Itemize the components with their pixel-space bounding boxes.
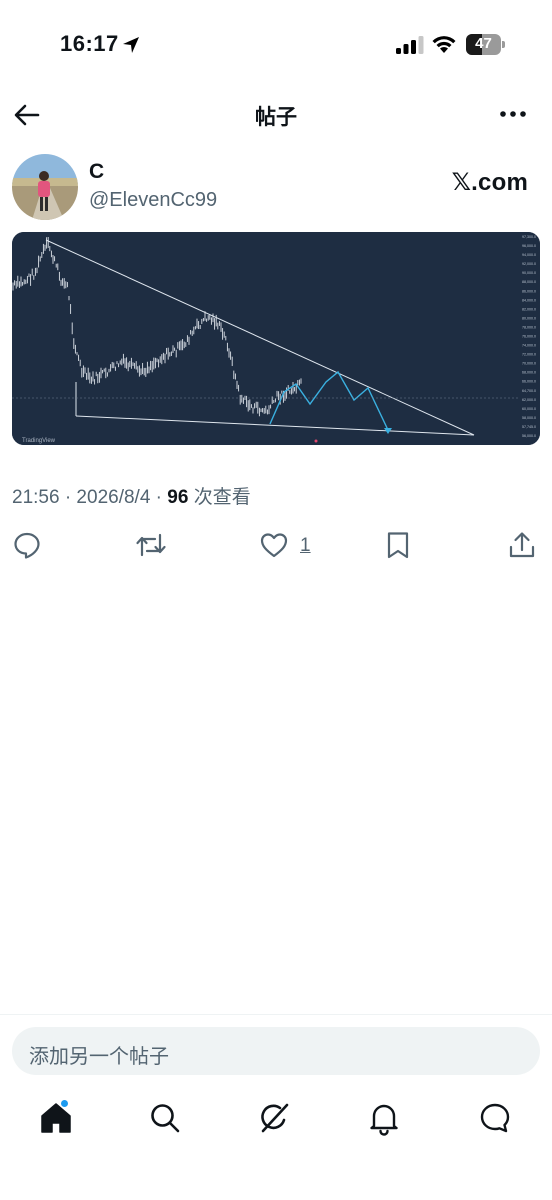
source-label: 𝕏.com — [451, 169, 528, 196]
chart-marker — [314, 439, 318, 443]
author-handle[interactable]: @ElevenCc99 — [89, 189, 217, 212]
message-icon — [480, 1103, 510, 1133]
status-bar: 16:17 47 — [0, 0, 552, 90]
bookmark-icon — [387, 532, 409, 559]
repost-button[interactable] — [135, 530, 167, 560]
home-notification-dot — [60, 1099, 69, 1108]
price-chart: 97,300.0 96,000.0 94,000.0 92,000.0 90,000.0… — [12, 232, 540, 445]
bell-icon — [370, 1104, 398, 1136]
y-tick-label: 56,000.0 — [522, 434, 536, 438]
y-tick-label: 64,700.0 — [522, 389, 536, 393]
reply-input[interactable]: 添加另一个帖子 — [12, 1027, 540, 1075]
chart-watermark: TradingView — [22, 438, 56, 444]
reply-button[interactable] — [12, 530, 42, 560]
y-tick-label: 97,300.0 — [522, 235, 536, 239]
avatar[interactable] — [12, 154, 78, 220]
grok-icon — [261, 1103, 289, 1133]
heart-icon — [260, 533, 288, 558]
battery-icon: 47 — [466, 34, 506, 55]
y-tick-label: 58,000.0 — [522, 416, 536, 420]
home-icon — [41, 1103, 71, 1133]
y-tick-label: 96,000.0 — [522, 244, 536, 248]
y-tick-label: 68,000.0 — [522, 371, 536, 375]
divider — [0, 1014, 552, 1015]
search-icon — [151, 1104, 180, 1133]
y-tick-label: 57,745.0 — [522, 425, 536, 429]
post-chart-image[interactable]: 97,300.0 96,000.0 94,000.0 92,000.0 90,000.0… — [12, 232, 540, 445]
y-tick-label: 90,000.0 — [522, 271, 536, 275]
like-count[interactable]: 1 — [300, 535, 311, 557]
y-tick-label: 66,000.0 — [522, 380, 536, 384]
y-tick-label: 80,000.0 — [522, 316, 536, 320]
like-button[interactable] — [259, 530, 289, 560]
share-icon — [509, 532, 535, 558]
y-tick-label: 60,000.0 — [522, 407, 536, 411]
more-options-icon[interactable] — [498, 104, 528, 124]
tab-grok[interactable] — [257, 1100, 293, 1136]
y-tick-label: 94,000.0 — [522, 253, 536, 257]
view-count-label: 次查看 — [188, 487, 251, 508]
bookmark-button[interactable] — [384, 530, 412, 560]
tab-search[interactable] — [147, 1100, 183, 1136]
y-tick-label: 76,000.0 — [522, 335, 536, 339]
tab-messages[interactable] — [477, 1100, 513, 1136]
view-count: 96 — [167, 487, 189, 508]
y-tick-label: 62,000.0 — [522, 398, 536, 402]
reply-icon — [14, 532, 40, 559]
y-tick-label: 86,000.0 — [522, 289, 536, 293]
y-tick-label: 72,000.0 — [522, 353, 536, 357]
y-tick-label: 84,000.0 — [522, 298, 536, 302]
battery-level: 47 — [475, 35, 492, 52]
location-arrow-icon — [123, 37, 139, 53]
repost-icon — [136, 533, 166, 557]
y-tick-label: 78,000.0 — [522, 325, 536, 329]
post-timestamp: 21:56 · 2026/8/4 · — [12, 487, 168, 508]
status-time: 16:17 — [60, 31, 119, 56]
page-title: 帖子 — [255, 106, 297, 129]
tab-notifications[interactable] — [366, 1100, 402, 1136]
tab-home[interactable] — [38, 1100, 74, 1136]
share-button[interactable] — [507, 530, 537, 560]
author-display-name[interactable]: C — [89, 160, 104, 184]
y-tick-label: 74,000.0 — [522, 344, 536, 348]
y-tick-label: 88,000.0 — [522, 280, 536, 284]
y-axis-labels: 97,300.0 96,000.0 94,000.0 92,000.0 90,000.0… — [522, 235, 536, 438]
reply-placeholder: 添加另一个帖子 — [29, 1046, 169, 1068]
y-tick-label: 92,000.0 — [522, 262, 536, 266]
wifi-icon — [432, 36, 456, 53]
y-tick-label: 70,000.0 — [522, 362, 536, 366]
y-tick-label: 82,000.0 — [522, 307, 536, 311]
post-meta: 21:56 · 2026/8/4 · 96 次查看 — [12, 482, 251, 509]
top-nav: 帖子 — [0, 90, 552, 140]
cellular-signal-icon — [396, 36, 424, 54]
